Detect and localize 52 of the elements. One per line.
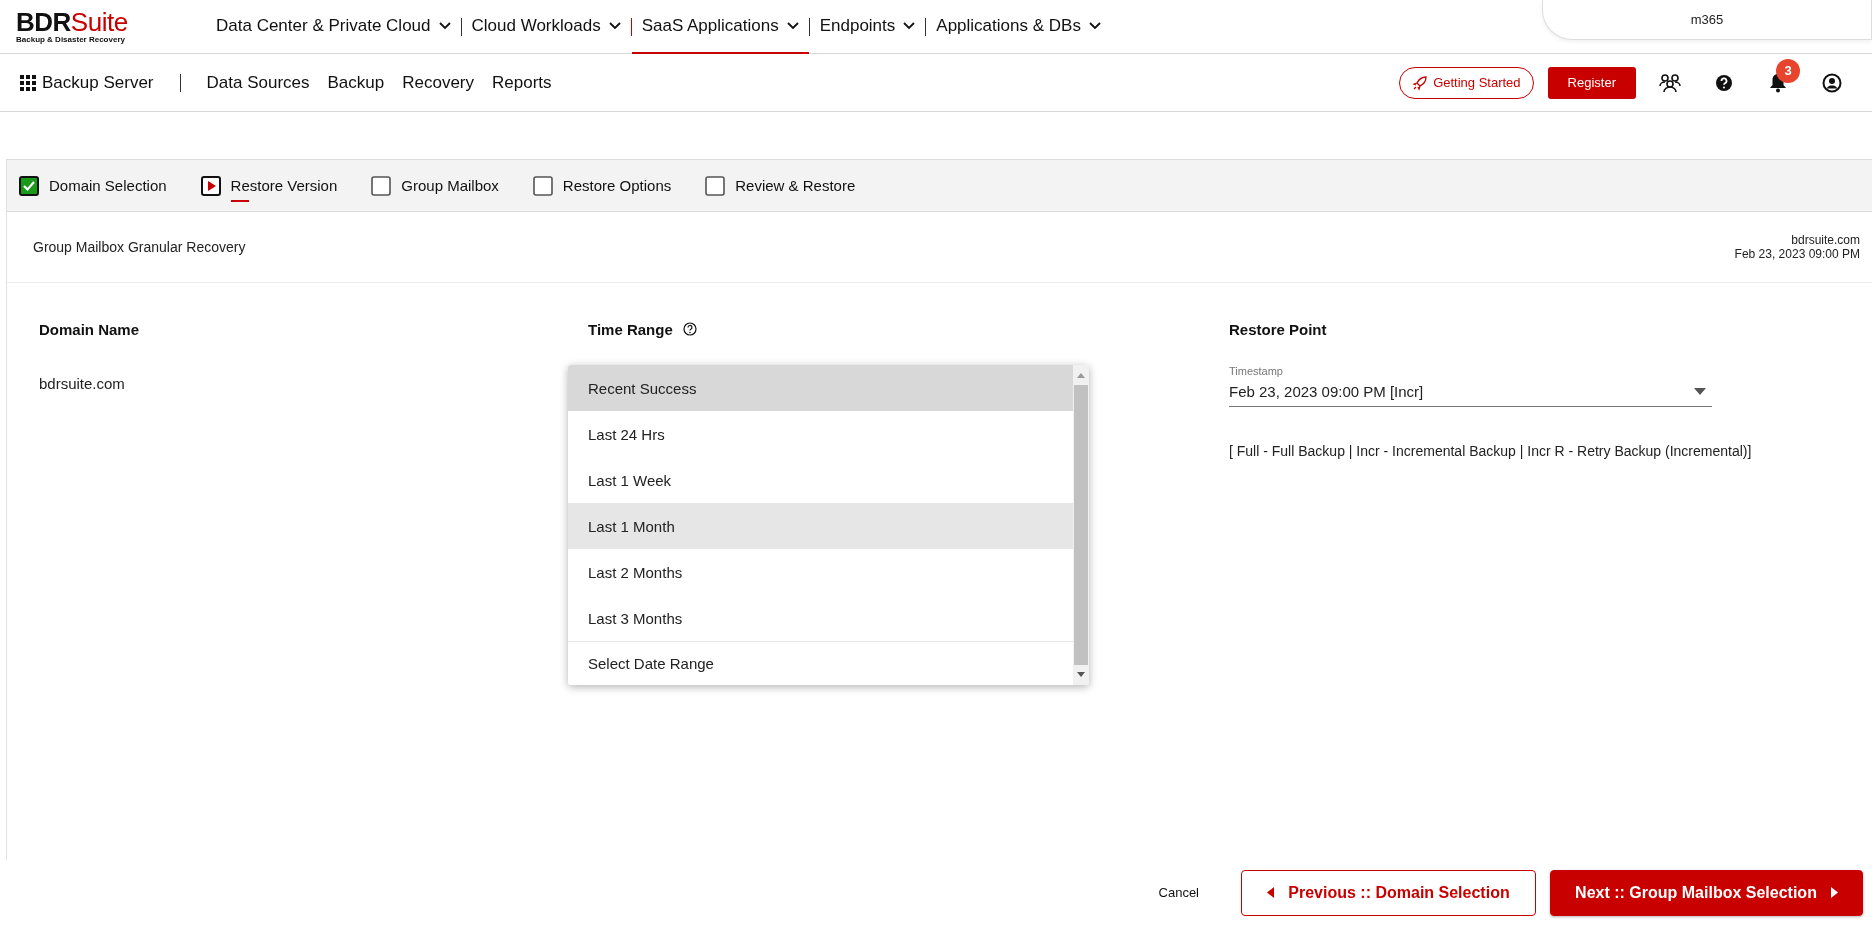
- next-button[interactable]: Next :: Group Mailbox Selection: [1550, 869, 1863, 916]
- nav-link[interactable]: Reports: [492, 72, 552, 93]
- timestamp-select[interactable]: Feb 23, 2023 09:00 PM [Incr]: [1229, 377, 1712, 407]
- chevron-down-icon: [438, 21, 451, 30]
- caret-left-icon: [1267, 887, 1275, 898]
- nav-menu-item[interactable]: Data Center & Private Cloud: [206, 0, 461, 54]
- backup-type-legend: [ Full - Full Backup | Incr - Incremental Backup | Incr R - Retry Backup (Incremental)]: [1229, 443, 1872, 459]
- field-label: Timestamp: [1229, 365, 1284, 377]
- nav-menu-item[interactable]: SaaS Applications: [631, 0, 809, 54]
- notification-badge: 3: [1776, 58, 1800, 83]
- nav-link[interactable]: Recovery: [402, 72, 474, 93]
- dropdown-option[interactable]: Last 1 Month: [568, 503, 1073, 549]
- help-icon[interactable]: [1715, 73, 1733, 92]
- timestamp-text: Feb 23, 2023 09:00 PM: [1734, 247, 1860, 261]
- nav-menu-item[interactable]: Cloud Workloads: [461, 0, 631, 54]
- nav-link[interactable]: Backup: [327, 72, 385, 93]
- account-tab[interactable]: m365: [1542, 0, 1872, 40]
- dropdown-option[interactable]: Recent Success: [568, 365, 1073, 411]
- chevron-down-icon: [608, 21, 621, 30]
- section-heading: Restore Point: [1229, 319, 1328, 340]
- nav-menu-item[interactable]: Applications & DBs: [926, 0, 1111, 54]
- chevron-down-icon: [1088, 21, 1101, 30]
- getting-started-button[interactable]: Getting Started: [1399, 66, 1534, 99]
- dropdown-option[interactable]: Select Date Range: [568, 641, 1073, 685]
- grid-icon[interactable]: [20, 74, 36, 91]
- previous-button[interactable]: Previous :: Domain Selection: [1241, 869, 1536, 916]
- domain-text: bdrsuite.com: [1791, 233, 1860, 247]
- wizard-step[interactable]: Group Mailbox: [401, 173, 499, 198]
- section-heading: Domain Name: [39, 319, 141, 340]
- app-title: Backup Server: [42, 72, 154, 93]
- chevron-down-icon: [903, 21, 916, 30]
- section-heading: Time Range: [588, 320, 673, 338]
- user-icon[interactable]: [1822, 72, 1842, 93]
- logo-tagline: Backup & Disaster Recovery: [16, 35, 126, 44]
- wizard-step[interactable]: Restore Options: [562, 173, 672, 198]
- dropdown-arrow-icon: [1694, 388, 1706, 395]
- nav-menu-item[interactable]: Endpoints: [809, 0, 926, 54]
- wizard-step[interactable]: Review & Restore: [735, 173, 856, 198]
- register-button[interactable]: Register: [1547, 66, 1636, 99]
- cancel-button[interactable]: Cancel: [1144, 877, 1213, 908]
- nav-link[interactable]: Data Sources: [206, 72, 310, 93]
- users-icon[interactable]: [1659, 72, 1681, 93]
- caret-right-icon: [1830, 887, 1838, 898]
- domain-name: bdrsuite.com: [39, 375, 126, 392]
- wizard-step[interactable]: Domain Selection: [49, 173, 167, 198]
- rocket-icon: [1412, 74, 1429, 91]
- help-icon[interactable]: [682, 322, 697, 336]
- page-title: Group Mailbox Granular Recovery: [33, 239, 246, 255]
- chevron-down-icon: [786, 21, 799, 30]
- scrollbar[interactable]: [1073, 365, 1089, 685]
- scroll-down-icon[interactable]: [1076, 671, 1086, 679]
- brand-logo[interactable]: BDRSuite: [16, 9, 206, 35]
